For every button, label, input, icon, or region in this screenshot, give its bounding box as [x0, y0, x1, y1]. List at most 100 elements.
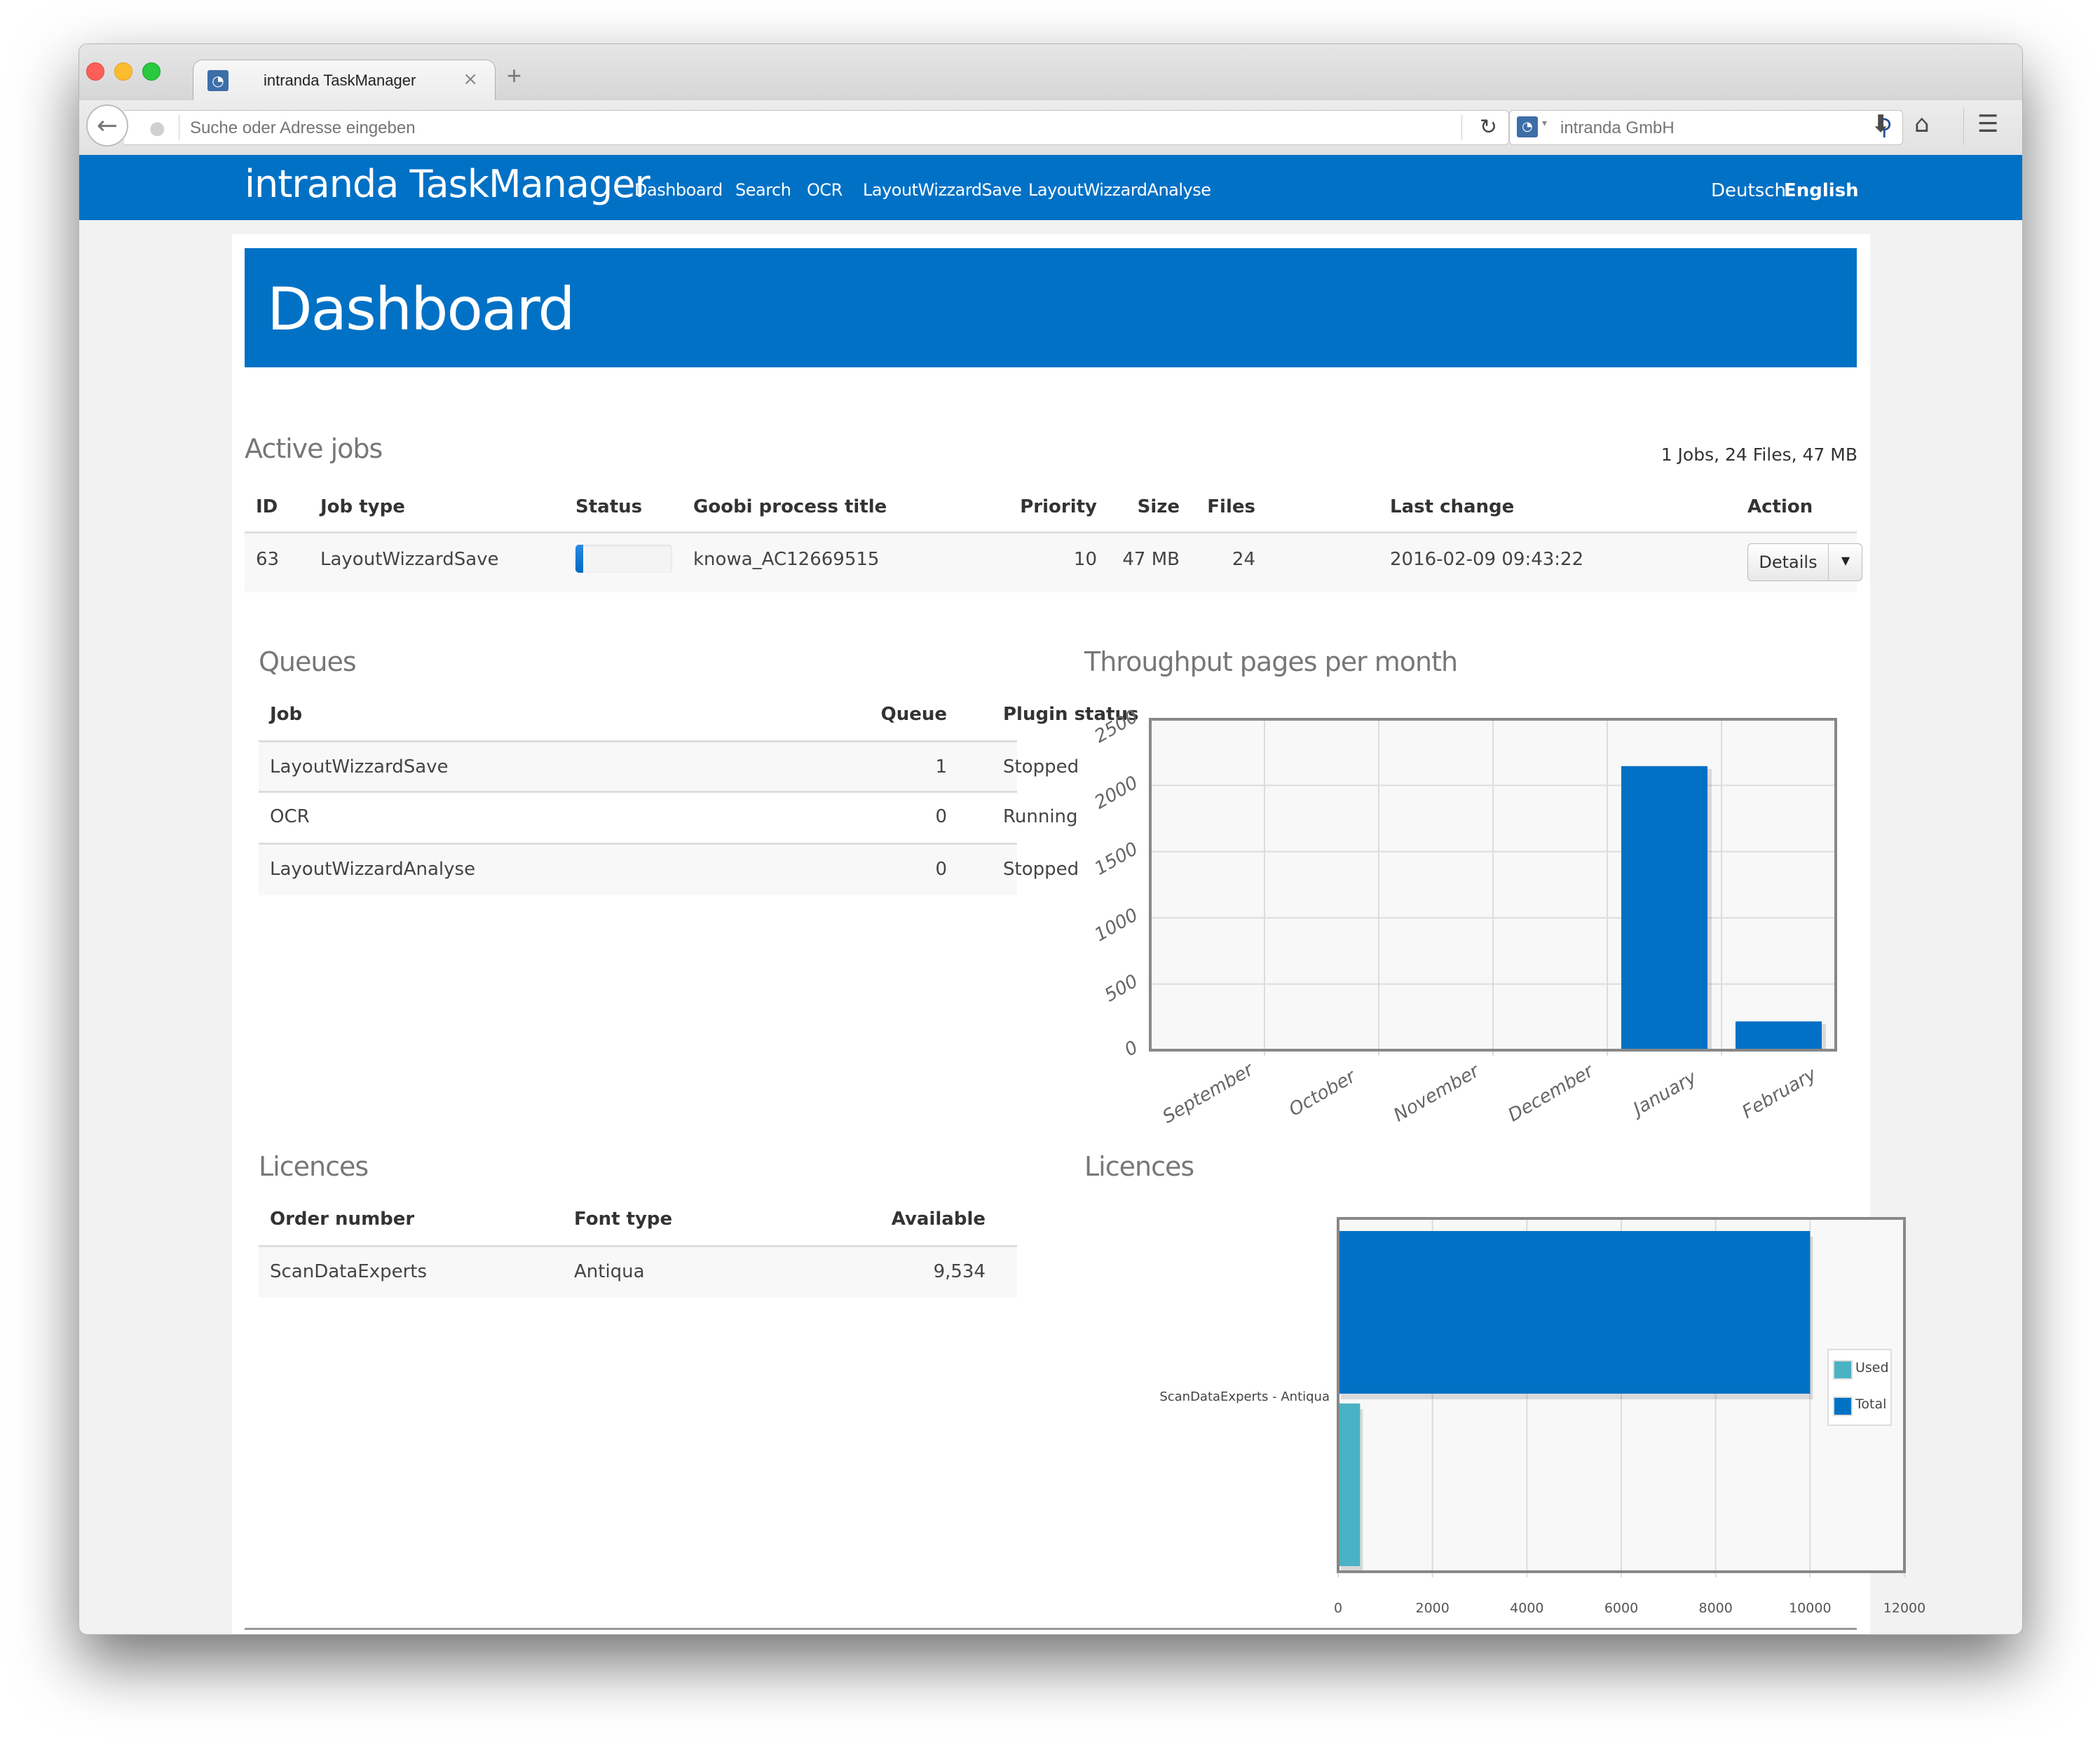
queue-count: 0	[935, 859, 947, 880]
language-english[interactable]: English	[1784, 180, 1859, 201]
x-tick-label: 2000	[1415, 1600, 1449, 1616]
chart-legend: Used Total	[1827, 1349, 1892, 1426]
queue-count: 1	[935, 756, 947, 777]
main-content: Dashboard Active jobs 1 Jobs, 24 Files, …	[232, 234, 1925, 1634]
legend-label-total: Total	[1855, 1396, 1887, 1412]
nav-layoutwizzardsave[interactable]: LayoutWizzardSave	[863, 180, 1022, 200]
licences-chart-title: Licences	[1084, 1151, 1194, 1182]
plugin-status: Stopped	[1003, 859, 1079, 880]
col-files: Files	[1207, 496, 1255, 517]
x-tick-label: September	[1159, 1059, 1258, 1128]
nav-ocr[interactable]: OCR	[807, 180, 843, 200]
minimize-window-button[interactable]	[114, 62, 132, 81]
page-title: Dashboard	[267, 275, 575, 344]
y-category-label: ScanDataExperts - Antiqua	[1159, 1389, 1330, 1404]
home-icon[interactable]: ⌂	[1914, 110, 1930, 138]
footer-divider	[245, 1628, 1857, 1630]
back-button[interactable]: ←	[86, 104, 128, 147]
y-tick-label: 1500	[1091, 838, 1142, 880]
col-job: Job	[270, 704, 303, 725]
tab-title: intranda TaskManager	[264, 72, 416, 89]
caret-down-icon[interactable]: ▼	[1829, 544, 1862, 580]
plus-icon[interactable]: +	[507, 61, 521, 90]
reload-separator	[1461, 115, 1462, 140]
active-jobs-title: Active jobs	[245, 433, 383, 464]
licences-title: Licences	[259, 1151, 369, 1182]
download-arrow-icon[interactable]: ⬇	[1871, 110, 1891, 138]
plugin-status: Stopped	[1003, 756, 1079, 777]
queue-count: 0	[935, 806, 947, 827]
y-tick-label: 2500	[1091, 706, 1142, 747]
details-button[interactable]: Details	[1748, 544, 1829, 580]
plugin-status: Running	[1003, 806, 1078, 827]
app-brand[interactable]: intranda TaskManager	[245, 162, 650, 206]
reload-icon[interactable]: ↻	[1480, 115, 1497, 140]
licence-order: ScanDataExperts	[270, 1261, 428, 1282]
search-input[interactable]	[1559, 111, 1870, 146]
tab-bar: ◔ intranda TaskManager × +	[79, 44, 2022, 102]
col-action: Action	[1747, 496, 1813, 517]
nav-dashboard[interactable]: Dashboard	[634, 180, 723, 200]
nav-search[interactable]: Search	[735, 180, 791, 200]
job-files: 24	[1232, 549, 1255, 570]
search-bar[interactable]: ◔ ▾ ⚲	[1509, 110, 1903, 146]
licence-row: ScanDataExperts Antiqua 9,534	[259, 1245, 1017, 1298]
x-tick-label: January	[1627, 1067, 1700, 1122]
col-priority: Priority	[1020, 496, 1097, 517]
bar-used	[1338, 1403, 1361, 1566]
throughput-chart: 0 500 1000 1500 2000 2500 September October Nove…	[1091, 706, 1837, 1128]
progress-fill	[575, 545, 584, 573]
legend-swatch-total	[1833, 1396, 1853, 1416]
arrow-left-icon: ←	[96, 111, 118, 140]
throughput-title: Throughput pages per month	[1084, 646, 1458, 677]
job-priority: 10	[1073, 549, 1097, 570]
browser-toolbar: ● ↻ ← ◔ ▾ ⚲ ⬇ ⌂ ☰	[79, 100, 2022, 156]
y-tick-label: 500	[1101, 971, 1142, 1007]
page-header: Dashboard	[245, 248, 1857, 367]
active-jobs-summary: 1 Jobs, 24 Files, 47 MB	[1661, 444, 1857, 465]
x-tick-label: November	[1390, 1060, 1484, 1127]
job-size: 47 MB	[1122, 549, 1180, 570]
col-available: Available	[891, 1209, 986, 1230]
col-size: Size	[1137, 496, 1180, 517]
maximize-window-button[interactable]	[142, 62, 161, 81]
licences-chart: 0 2000 4000 6000 8000 10000 12000 ScanDataExper…	[1159, 1217, 1925, 1616]
queue-job: OCR	[270, 806, 310, 827]
close-window-button[interactable]	[86, 62, 104, 81]
bar	[1736, 1021, 1822, 1050]
x-tick-label: 8000	[1698, 1600, 1732, 1616]
licence-font: Antiqua	[574, 1261, 645, 1282]
address-bar[interactable]: ● ↻	[124, 110, 1509, 146]
hamburger-menu-icon[interactable]: ☰	[1977, 110, 1998, 138]
browser-tab-active[interactable]: ◔ intranda TaskManager ×	[193, 60, 496, 102]
chevron-down-icon[interactable]: ▾	[1542, 118, 1547, 129]
close-icon[interactable]: ×	[463, 69, 478, 90]
licence-available: 9,534	[933, 1261, 986, 1282]
favicon-icon: ◔	[207, 70, 229, 91]
x-tick-label: 0	[1334, 1600, 1342, 1616]
nav-layoutwizzardanalyse[interactable]: LayoutWizzardAnalyse	[1028, 180, 1211, 200]
legend-swatch-used	[1833, 1360, 1853, 1380]
browser-window: ◔ intranda TaskManager × + ● ↻ ← ◔ ▾ ⚲ ⬇…	[79, 43, 2023, 1635]
status-progress-bar	[575, 545, 672, 573]
globe-icon: ●	[149, 118, 165, 139]
queue-row: OCR 0 Running	[259, 793, 1078, 843]
queues-title: Queues	[259, 646, 357, 677]
language-deutsch[interactable]: Deutsch	[1711, 180, 1786, 201]
app-navbar: intranda TaskManager Dashboard Search OC…	[79, 155, 2022, 220]
x-tick-label: 10000	[1789, 1600, 1831, 1616]
col-last-change: Last change	[1390, 496, 1515, 517]
job-type: LayoutWizzardSave	[320, 549, 499, 570]
search-engine-icon[interactable]: ◔	[1517, 116, 1538, 137]
y-tick-label: 2000	[1091, 772, 1142, 813]
x-tick-label: 4000	[1510, 1600, 1543, 1616]
url-input[interactable]	[189, 111, 1453, 146]
queue-row: LayoutWizzardAnalyse 0 Stopped	[259, 843, 1079, 895]
col-status: Status	[575, 496, 643, 517]
col-font-type: Font type	[574, 1209, 673, 1230]
bar-total	[1338, 1231, 1811, 1394]
x-tick-label: February	[1738, 1063, 1820, 1123]
y-tick-label: 0	[1121, 1037, 1142, 1061]
x-tick-label: October	[1286, 1066, 1361, 1121]
col-job-type: Job type	[320, 496, 405, 517]
